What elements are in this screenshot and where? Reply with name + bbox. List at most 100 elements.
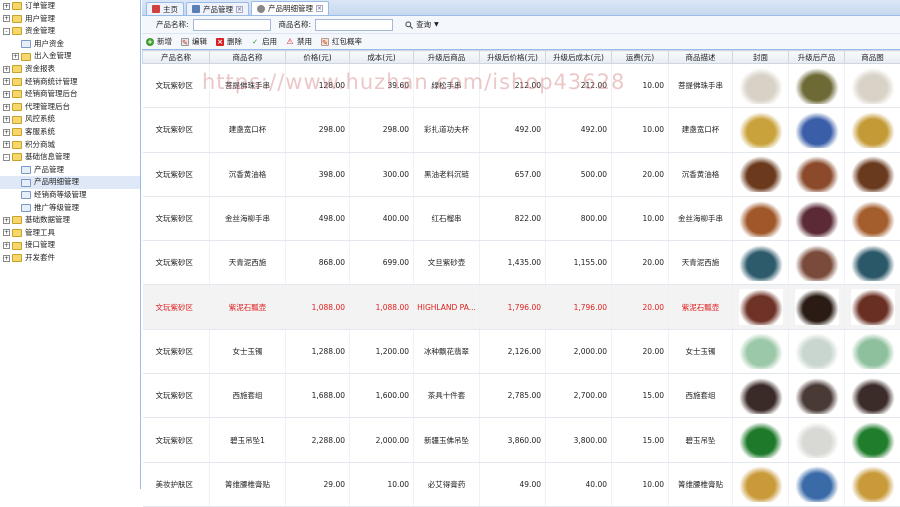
expand-icon[interactable]: +	[3, 229, 10, 236]
product-image[interactable]	[795, 333, 839, 369]
column-header[interactable]: 商品名称	[210, 51, 286, 64]
product-image[interactable]	[851, 156, 895, 192]
expand-icon[interactable]: +	[3, 78, 10, 85]
sidebar-item[interactable]: -资金管理	[0, 25, 140, 38]
sidebar-item[interactable]: +经销商管理后台	[0, 88, 140, 101]
expand-icon[interactable]: +	[3, 255, 10, 262]
product-image[interactable]	[739, 422, 783, 458]
product-image[interactable]	[795, 466, 839, 502]
sidebar-item[interactable]: +用户管理	[0, 13, 140, 26]
column-header[interactable]: 商品图	[845, 51, 900, 64]
product-image[interactable]	[851, 201, 895, 237]
column-header[interactable]: 价格(元)	[286, 51, 350, 64]
product-image[interactable]	[795, 245, 839, 281]
query-button[interactable]: 查询 ▼	[405, 19, 439, 30]
product-image[interactable]	[795, 112, 839, 148]
table-row[interactable]: 文玩紫砂区金丝海柳手串498.00400.00红石榴串822.00800.001…	[143, 196, 900, 240]
close-icon[interactable]: ×	[236, 6, 243, 13]
table-row[interactable]: 文玩紫砂区天青泥西施868.00699.00文旦紫砂壶1,435.001,155…	[143, 241, 900, 285]
tab[interactable]: 主页	[146, 2, 184, 15]
table-row[interactable]: 文玩紫砂区沉香黄油格398.00300.00黑油老料沉链657.00500.00…	[143, 152, 900, 196]
column-header[interactable]: 封面	[733, 51, 789, 64]
expand-icon[interactable]: +	[3, 91, 10, 98]
sidebar-item[interactable]: +管理工具	[0, 227, 140, 240]
enable-button[interactable]: ✓启用	[251, 36, 277, 47]
expand-icon[interactable]: +	[3, 15, 10, 22]
column-header[interactable]: 升级后价格(元)	[480, 51, 546, 64]
table-row[interactable]: 文玩紫砂区菩提佛珠手串128.0039.60绿松手串212.00212.0010…	[143, 64, 900, 108]
expand-icon[interactable]: +	[3, 104, 10, 111]
close-icon[interactable]: ×	[316, 5, 323, 12]
product-image[interactable]	[851, 378, 895, 414]
product-image[interactable]	[851, 333, 895, 369]
tab[interactable]: 产品管理×	[186, 2, 249, 15]
sidebar-item[interactable]: +经销商统计管理	[0, 76, 140, 89]
sidebar-item[interactable]: 产品管理	[0, 164, 140, 177]
sidebar-item[interactable]: +开发套件	[0, 252, 140, 265]
table-row[interactable]: 文玩紫砂区建盏宽口杯298.00298.00彩扎道功夫杯492.00492.00…	[143, 108, 900, 152]
product-image[interactable]	[795, 201, 839, 237]
edit-button[interactable]: ✎编辑	[181, 36, 207, 47]
table-row[interactable]: 美妆护肤区箐维腰椎膏贴29.0010.00必艾得膏药49.0040.0010.0…	[143, 462, 900, 506]
sidebar-item[interactable]: +接口管理	[0, 239, 140, 252]
product-image[interactable]	[795, 378, 839, 414]
table-row[interactable]: 文玩紫砂区碧玉吊坠12,288.002,000.00新疆玉佛吊坠3,860.00…	[143, 418, 900, 462]
product-image[interactable]	[795, 156, 839, 192]
product-image[interactable]	[739, 466, 783, 502]
sidebar-item[interactable]: 经销商等级管理	[0, 189, 140, 202]
collapse-icon[interactable]: -	[3, 154, 10, 161]
product-image[interactable]	[795, 422, 839, 458]
sidebar-item[interactable]: +订单管理	[0, 0, 140, 13]
product-name-input[interactable]	[193, 19, 271, 31]
product-image[interactable]	[739, 68, 783, 104]
table-row[interactable]: 文玩紫砂区女士玉镯1,288.001,200.00冰种飘花翡翠2,126.002…	[143, 329, 900, 373]
disable-button[interactable]: ⚠禁用	[286, 36, 312, 47]
product-image[interactable]	[851, 289, 895, 325]
goods-name-input[interactable]	[315, 19, 393, 31]
column-header[interactable]: 升级后商品	[414, 51, 480, 64]
expand-icon[interactable]: +	[3, 242, 10, 249]
product-image[interactable]	[795, 68, 839, 104]
expand-icon[interactable]: +	[3, 129, 10, 136]
column-header[interactable]: 升级后产品	[789, 51, 845, 64]
expand-icon[interactable]: +	[12, 53, 19, 60]
expand-icon[interactable]: +	[3, 116, 10, 123]
column-header[interactable]: 成本(元)	[350, 51, 414, 64]
column-header[interactable]: 升级后成本(元)	[546, 51, 612, 64]
sidebar-item[interactable]: +出入金管理	[0, 50, 140, 63]
product-image[interactable]	[739, 289, 783, 325]
product-image[interactable]	[739, 112, 783, 148]
product-image[interactable]	[739, 156, 783, 192]
sidebar-item[interactable]: 用户资金	[0, 38, 140, 51]
sidebar-item[interactable]: +基础数据管理	[0, 214, 140, 227]
sidebar-item[interactable]: +资金报表	[0, 63, 140, 76]
table-row[interactable]: 文玩紫砂区西施套组1,688.001,600.00茶具十件套2,785.002,…	[143, 374, 900, 418]
expand-icon[interactable]: +	[3, 3, 10, 10]
expand-icon[interactable]: +	[3, 217, 10, 224]
expand-icon[interactable]: +	[3, 141, 10, 148]
product-image[interactable]	[795, 289, 839, 325]
expand-icon[interactable]: +	[3, 66, 10, 73]
product-image[interactable]	[851, 422, 895, 458]
product-image[interactable]	[739, 378, 783, 414]
product-image[interactable]	[851, 68, 895, 104]
sidebar-item[interactable]: +积分商城	[0, 139, 140, 152]
table-row[interactable]: 文玩紫砂区紫泥石瓢壶1,088.001,088.00HIGHLAND PA...…	[143, 285, 900, 329]
column-header[interactable]: 商品描述	[669, 51, 733, 64]
sidebar-item[interactable]: 产品明细管理	[0, 176, 140, 189]
collapse-icon[interactable]: -	[3, 28, 10, 35]
product-image[interactable]	[851, 112, 895, 148]
tab[interactable]: 产品明细管理×	[251, 1, 329, 15]
column-header[interactable]: 产品名称	[143, 51, 210, 64]
product-image[interactable]	[739, 245, 783, 281]
product-image[interactable]	[739, 201, 783, 237]
sidebar-item[interactable]: 推广等级管理	[0, 202, 140, 215]
product-image[interactable]	[739, 333, 783, 369]
product-image[interactable]	[851, 466, 895, 502]
sidebar-item[interactable]: +客服系统	[0, 126, 140, 139]
sidebar-item[interactable]: +风控系统	[0, 113, 140, 126]
column-header[interactable]: 运费(元)	[612, 51, 669, 64]
sidebar-item[interactable]: -基础信息管理	[0, 151, 140, 164]
product-image[interactable]	[851, 245, 895, 281]
sidebar-item[interactable]: +代理管理后台	[0, 101, 140, 114]
